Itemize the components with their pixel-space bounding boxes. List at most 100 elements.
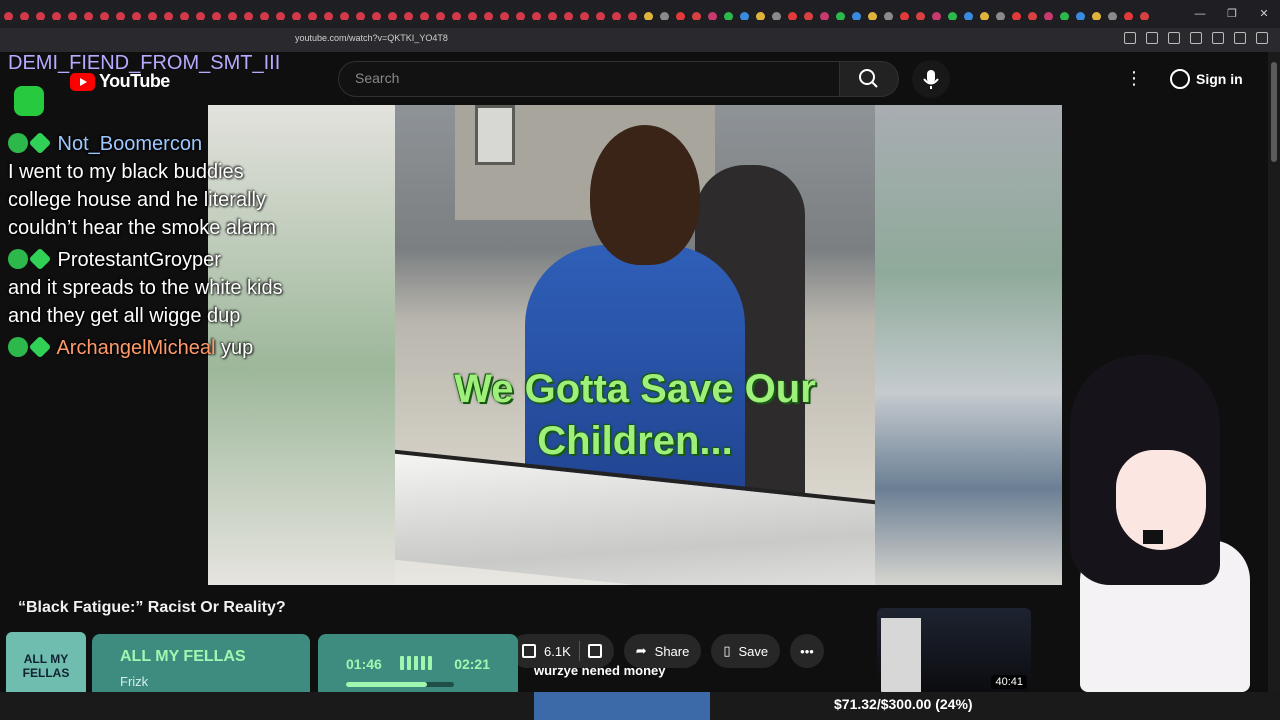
tab-favicon[interactable]	[307, 12, 317, 20]
tab-favicon[interactable]	[195, 12, 205, 20]
tab-favicon[interactable]	[131, 12, 141, 20]
tab-favicon[interactable]	[899, 12, 909, 20]
tab-favicon[interactable]	[579, 12, 589, 20]
tab-favicon[interactable]	[243, 12, 253, 20]
tab-favicon[interactable]	[707, 12, 717, 20]
tab-favicon[interactable]	[835, 12, 845, 20]
tab-favicon[interactable]	[883, 12, 893, 20]
tab-favicon[interactable]	[67, 12, 77, 20]
badge-icon	[8, 249, 28, 269]
tab-favicon[interactable]	[355, 12, 365, 20]
tab-favicon[interactable]	[931, 12, 941, 20]
tab-favicon[interactable]	[755, 12, 765, 20]
tab-favicon[interactable]	[803, 12, 813, 20]
tab-favicon[interactable]	[1139, 12, 1149, 20]
tab-favicon[interactable]	[403, 12, 413, 20]
tab-favicon[interactable]	[115, 12, 125, 20]
tab-favicon[interactable]	[547, 12, 557, 20]
search-input[interactable]: Search	[338, 61, 840, 97]
tab-favicon[interactable]	[339, 12, 349, 20]
tab-favicon[interactable]	[739, 12, 749, 20]
sign-in-button[interactable]: Sign in	[1162, 62, 1254, 96]
save-button[interactable]: ▯ Save	[711, 634, 781, 668]
tab-favicon[interactable]	[819, 12, 829, 20]
video-player[interactable]: We Gotta Save Our Children...	[208, 105, 1062, 585]
tab-favicon[interactable]	[19, 12, 29, 20]
maximize-icon[interactable]: ❐	[1216, 0, 1248, 28]
total-time: 02:21	[454, 656, 490, 672]
tab-favicon[interactable]	[323, 12, 333, 20]
more-options-icon[interactable]: ⋮	[1125, 68, 1143, 89]
tab-favicon[interactable]	[1043, 12, 1053, 20]
tab-favicons[interactable]	[0, 8, 1170, 20]
tab-favicon[interactable]	[691, 12, 701, 20]
tab-favicon[interactable]	[963, 12, 973, 20]
shield-icon[interactable]	[1234, 32, 1246, 44]
tab-favicon[interactable]	[643, 12, 653, 20]
tab-favicon[interactable]	[1091, 12, 1101, 20]
song-title: ALL MY FELLAS	[120, 648, 246, 665]
bookmark-icon: ▯	[723, 643, 731, 658]
tab-favicon[interactable]	[723, 12, 733, 20]
menu-icon[interactable]	[1256, 32, 1268, 44]
related-video-thumbnail[interactable]: 40:41	[877, 608, 1031, 692]
tab-favicon[interactable]	[947, 12, 957, 20]
tab-favicon[interactable]	[675, 12, 685, 20]
tab-favicon[interactable]	[627, 12, 637, 20]
tab-favicon[interactable]	[611, 12, 621, 20]
tab-favicon[interactable]	[51, 12, 61, 20]
tab-favicon[interactable]	[515, 12, 525, 20]
tab-favicon[interactable]	[275, 12, 285, 20]
tab-favicon[interactable]	[3, 12, 13, 20]
more-actions-button[interactable]: •••	[790, 634, 824, 668]
tab-favicon[interactable]	[915, 12, 925, 20]
tab-favicon[interactable]	[595, 12, 605, 20]
library-icon[interactable]	[1168, 32, 1180, 44]
tab-favicon[interactable]	[467, 12, 477, 20]
tab-favicon[interactable]	[563, 12, 573, 20]
tab-favicon[interactable]	[787, 12, 797, 20]
tab-favicon[interactable]	[147, 12, 157, 20]
sidebar-icon[interactable]	[1190, 32, 1202, 44]
tab-favicon[interactable]	[451, 12, 461, 20]
tab-favicon[interactable]	[1059, 12, 1069, 20]
tab-favicon[interactable]	[371, 12, 381, 20]
screenshot-icon[interactable]	[1146, 32, 1158, 44]
thumbs-down-icon[interactable]	[587, 644, 602, 658]
tab-favicon[interactable]	[659, 12, 669, 20]
tab-favicon[interactable]	[1107, 12, 1117, 20]
minimize-icon[interactable]: —	[1184, 0, 1216, 28]
extensions-icon[interactable]	[1124, 32, 1136, 44]
wallet-icon[interactable]	[1212, 32, 1224, 44]
tab-favicon[interactable]	[259, 12, 269, 20]
tab-favicon[interactable]	[867, 12, 877, 20]
tab-favicon[interactable]	[227, 12, 237, 20]
tab-favicon[interactable]	[1075, 12, 1085, 20]
tab-favicon[interactable]	[851, 12, 861, 20]
tab-favicon[interactable]	[179, 12, 189, 20]
tab-favicon[interactable]	[483, 12, 493, 20]
tab-favicon[interactable]	[435, 12, 445, 20]
tab-favicon[interactable]	[83, 12, 93, 20]
page-scrollbar[interactable]	[1268, 52, 1280, 692]
tab-favicon[interactable]	[291, 12, 301, 20]
video-title[interactable]: “Black Fatigue:” Racist Or Reality?	[18, 599, 286, 617]
search-button[interactable]	[839, 61, 899, 97]
tab-favicon[interactable]	[419, 12, 429, 20]
tab-favicon[interactable]	[35, 12, 45, 20]
tab-favicon[interactable]	[995, 12, 1005, 20]
tab-favicon[interactable]	[1011, 12, 1021, 20]
tab-favicon[interactable]	[211, 12, 221, 20]
tab-favicon[interactable]	[771, 12, 781, 20]
tab-favicon[interactable]	[1123, 12, 1133, 20]
tab-favicon[interactable]	[499, 12, 509, 20]
tab-favicon[interactable]	[531, 12, 541, 20]
url-text[interactable]: youtube.com/watch?v=QKTKI_YO4T8	[295, 33, 448, 43]
close-icon[interactable]: ✕	[1248, 0, 1280, 28]
tab-favicon[interactable]	[979, 12, 989, 20]
tab-favicon[interactable]	[387, 12, 397, 20]
tab-favicon[interactable]	[1027, 12, 1037, 20]
tab-favicon[interactable]	[163, 12, 173, 20]
voice-search-button[interactable]	[912, 60, 950, 98]
tab-favicon[interactable]	[99, 12, 109, 20]
